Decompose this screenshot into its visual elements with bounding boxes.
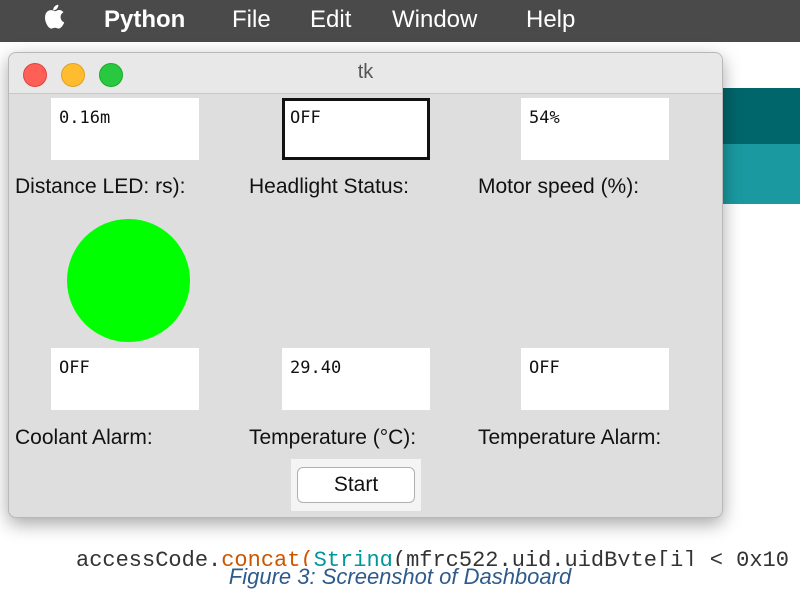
headlight-field[interactable]: OFF	[282, 98, 430, 160]
background-ide-header	[720, 88, 800, 144]
window-titlebar[interactable]: tk	[9, 53, 722, 94]
menu-python[interactable]: Python	[104, 6, 185, 34]
distance-label-tail: rs):	[155, 175, 186, 198]
menu-bar: Python File Edit Window Help	[0, 0, 800, 42]
menu-help[interactable]: Help	[526, 6, 575, 34]
distance-field[interactable]: 0.16m	[51, 98, 199, 160]
coolant-field[interactable]: OFF	[51, 348, 199, 410]
figure-caption: Figure 3: Screenshot of Dashboard	[228, 564, 572, 589]
menu-file[interactable]: File	[232, 6, 271, 34]
tk-window: tk 0.16m OFF 54% Distance LED: rs): Head…	[8, 52, 723, 518]
start-button[interactable]: Start	[297, 467, 415, 503]
motor-speed-field[interactable]: 54%	[521, 98, 669, 160]
window-title: tk	[357, 61, 374, 83]
menu-edit[interactable]: Edit	[310, 6, 351, 34]
temp-alarm-field[interactable]: OFF	[521, 348, 669, 410]
headlight-label: Headlight Status:	[249, 175, 409, 198]
temperature-label: Temperature (°C):	[249, 426, 417, 449]
background-code-line: accessCode.concat(String(mfrc522.uid.uid…	[0, 540, 800, 566]
distance-led-indicator	[67, 219, 190, 342]
background-ide-toolbar	[720, 144, 800, 204]
coolant-label: Coolant Alarm:	[15, 426, 153, 449]
distance-label: Distance LED: rs):	[15, 175, 185, 199]
menu-window[interactable]: Window	[392, 6, 477, 34]
motor-speed-label: Motor speed (%):	[478, 175, 640, 198]
temperature-field[interactable]: 29.40	[282, 348, 430, 410]
temp-alarm-label: Temperature Alarm:	[478, 426, 662, 449]
start-button-container: Start	[291, 459, 421, 511]
apple-icon[interactable]	[38, 4, 68, 36]
distance-label-text: Distance LED:	[15, 175, 150, 198]
